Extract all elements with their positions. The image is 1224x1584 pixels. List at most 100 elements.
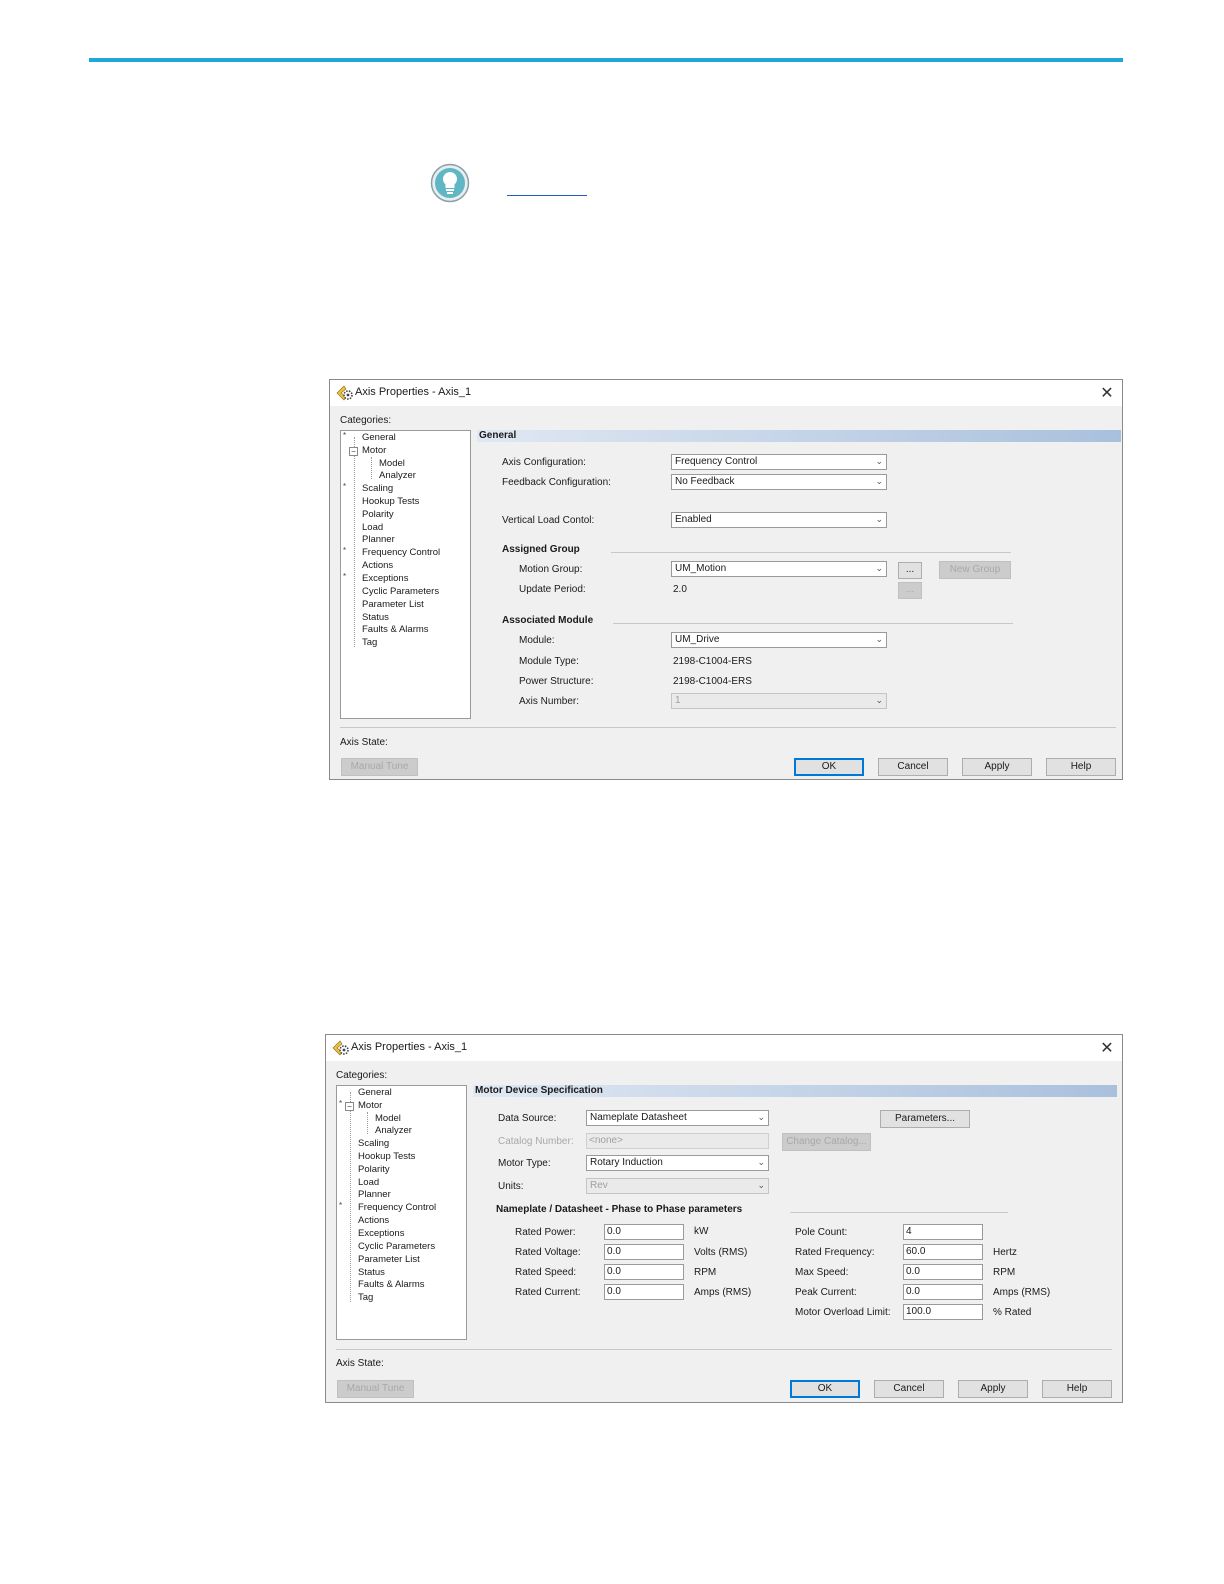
tree-line bbox=[350, 1092, 351, 1302]
tree-item-frequency-control[interactable]: Frequency Control bbox=[358, 1202, 436, 1214]
tree-item-hookup-tests[interactable]: Hookup Tests bbox=[362, 496, 419, 508]
update-period-label: Update Period: bbox=[519, 584, 586, 595]
parameters-button[interactable]: Parameters... bbox=[880, 1110, 970, 1128]
chevron-down-icon: ⌄ bbox=[875, 696, 883, 706]
tree-item-actions[interactable]: Actions bbox=[358, 1215, 389, 1227]
axis-configuration-select[interactable]: Frequency Control ⌄ bbox=[671, 454, 887, 470]
motor-overload-limit-unit: % Rated bbox=[993, 1307, 1032, 1318]
change-catalog-button[interactable]: Change Catalog... bbox=[782, 1133, 871, 1151]
categories-tree[interactable]: * − * General Motor Model Analyzer Scali… bbox=[336, 1085, 467, 1340]
tree-item-status[interactable]: Status bbox=[362, 612, 389, 624]
axis-gear-icon bbox=[336, 385, 353, 401]
tree-item-parameter-list[interactable]: Parameter List bbox=[362, 599, 424, 611]
tree-item-faults-alarms[interactable]: Faults & Alarms bbox=[362, 624, 429, 636]
feedback-configuration-select[interactable]: No Feedback ⌄ bbox=[671, 474, 887, 490]
tree-item-general[interactable]: General bbox=[362, 432, 396, 444]
manual-tune-button[interactable]: Manual Tune bbox=[337, 1380, 414, 1398]
tree-item-status[interactable]: Status bbox=[358, 1267, 385, 1279]
tree-item-tag[interactable]: Tag bbox=[362, 637, 377, 649]
motor-type-label: Motor Type: bbox=[498, 1158, 551, 1169]
rated-frequency-field[interactable]: 60.0 bbox=[903, 1244, 983, 1260]
rated-voltage-field[interactable]: 0.0 bbox=[604, 1244, 684, 1260]
tree-item-planner[interactable]: Planner bbox=[358, 1189, 391, 1201]
cancel-button[interactable]: Cancel bbox=[874, 1380, 944, 1398]
tree-item-general[interactable]: General bbox=[358, 1087, 392, 1099]
header-rule bbox=[89, 58, 1123, 62]
tree-item-scaling[interactable]: Scaling bbox=[362, 483, 393, 495]
tree-item-tag[interactable]: Tag bbox=[358, 1292, 373, 1304]
tree-line bbox=[354, 437, 355, 647]
tree-item-load[interactable]: Load bbox=[358, 1177, 379, 1189]
tree-item-model[interactable]: Model bbox=[375, 1113, 401, 1125]
rated-frequency-unit: Hertz bbox=[993, 1247, 1017, 1258]
tree-item-polarity[interactable]: Polarity bbox=[358, 1164, 390, 1176]
cancel-button[interactable]: Cancel bbox=[878, 758, 948, 776]
rated-current-unit: Amps (RMS) bbox=[694, 1287, 752, 1298]
close-icon[interactable]: ✕ bbox=[1096, 382, 1118, 404]
apply-button[interactable]: Apply bbox=[958, 1380, 1028, 1398]
tree-item-actions[interactable]: Actions bbox=[362, 560, 393, 572]
update-period-browse-button[interactable]: ... bbox=[898, 582, 922, 599]
power-structure-value: 2198-C1004-ERS bbox=[673, 676, 752, 687]
axis-number-select[interactable]: 1 ⌄ bbox=[671, 693, 887, 709]
tree-item-planner[interactable]: Planner bbox=[362, 534, 395, 546]
tree-item-load[interactable]: Load bbox=[362, 522, 383, 534]
group-divider bbox=[611, 552, 1011, 553]
motion-group-select[interactable]: UM_Motion ⌄ bbox=[671, 561, 887, 577]
pole-count-field[interactable]: 4 bbox=[903, 1224, 983, 1240]
feedback-configuration-label: Feedback Configuration: bbox=[502, 477, 611, 488]
axis-state-label: Axis State: bbox=[336, 1358, 384, 1369]
ok-button[interactable]: OK bbox=[790, 1380, 860, 1398]
rated-current-field[interactable]: 0.0 bbox=[604, 1284, 684, 1300]
close-icon[interactable]: ✕ bbox=[1096, 1037, 1118, 1059]
motion-group-browse-button[interactable]: ... bbox=[898, 562, 922, 579]
motor-overload-limit-field[interactable]: 100.0 bbox=[903, 1304, 983, 1320]
tree-item-model[interactable]: Model bbox=[379, 458, 405, 470]
categories-label: Categories: bbox=[340, 415, 392, 426]
peak-current-unit: Amps (RMS) bbox=[993, 1287, 1051, 1298]
units-label: Units: bbox=[498, 1181, 524, 1192]
tree-item-cyclic-parameters[interactable]: Cyclic Parameters bbox=[358, 1241, 435, 1253]
rated-power-label: Rated Power: bbox=[515, 1227, 576, 1238]
tree-item-frequency-control[interactable]: Frequency Control bbox=[362, 547, 440, 559]
axis-number-label: Axis Number: bbox=[519, 696, 580, 707]
tree-item-exceptions[interactable]: Exceptions bbox=[358, 1228, 404, 1240]
collapse-icon[interactable]: − bbox=[345, 1102, 354, 1111]
tree-item-scaling[interactable]: Scaling bbox=[358, 1138, 389, 1150]
peak-current-field[interactable]: 0.0 bbox=[903, 1284, 983, 1300]
apply-button[interactable]: Apply bbox=[962, 758, 1032, 776]
tree-item-polarity[interactable]: Polarity bbox=[362, 509, 394, 521]
vertical-load-control-select[interactable]: Enabled ⌄ bbox=[671, 512, 887, 528]
motor-type-select[interactable]: Rotary Induction ⌄ bbox=[586, 1155, 769, 1171]
chevron-down-icon: ⌄ bbox=[875, 457, 883, 467]
module-select[interactable]: UM_Drive ⌄ bbox=[671, 632, 887, 648]
tree-item-analyzer[interactable]: Analyzer bbox=[375, 1125, 412, 1137]
help-button[interactable]: Help bbox=[1046, 758, 1116, 776]
axis-configuration-value: Frequency Control bbox=[675, 456, 758, 467]
rated-speed-field[interactable]: 0.0 bbox=[604, 1264, 684, 1280]
tree-item-hookup-tests[interactable]: Hookup Tests bbox=[358, 1151, 415, 1163]
collapse-icon[interactable]: − bbox=[349, 447, 358, 456]
pole-count-label: Pole Count: bbox=[795, 1227, 848, 1238]
tip-link-underline[interactable] bbox=[507, 195, 587, 196]
tree-item-faults-alarms[interactable]: Faults & Alarms bbox=[358, 1279, 425, 1291]
help-button[interactable]: Help bbox=[1042, 1380, 1112, 1398]
tree-item-exceptions[interactable]: Exceptions bbox=[362, 573, 408, 585]
new-group-button[interactable]: New Group bbox=[939, 561, 1011, 579]
manual-tune-button[interactable]: Manual Tune bbox=[341, 758, 418, 776]
tree-item-cyclic-parameters[interactable]: Cyclic Parameters bbox=[362, 586, 439, 598]
rated-speed-unit: RPM bbox=[694, 1267, 717, 1278]
data-source-select[interactable]: Nameplate Datasheet ⌄ bbox=[586, 1110, 769, 1126]
catalog-number-field[interactable]: <none> bbox=[586, 1133, 769, 1149]
ok-button[interactable]: OK bbox=[794, 758, 864, 776]
max-speed-field[interactable]: 0.0 bbox=[903, 1264, 983, 1280]
tree-item-motor[interactable]: Motor bbox=[358, 1100, 382, 1112]
rated-power-field[interactable]: 0.0 bbox=[604, 1224, 684, 1240]
tree-item-motor[interactable]: Motor bbox=[362, 445, 386, 457]
categories-tree[interactable]: * − * * * General Motor Model Analyzer S… bbox=[340, 430, 471, 719]
tree-item-parameter-list[interactable]: Parameter List bbox=[358, 1254, 420, 1266]
chevron-down-icon: ⌄ bbox=[757, 1158, 765, 1168]
units-select[interactable]: Rev ⌄ bbox=[586, 1178, 769, 1194]
tree-item-analyzer[interactable]: Analyzer bbox=[379, 470, 416, 482]
motor-overload-limit-label: Motor Overload Limit: bbox=[795, 1307, 891, 1318]
